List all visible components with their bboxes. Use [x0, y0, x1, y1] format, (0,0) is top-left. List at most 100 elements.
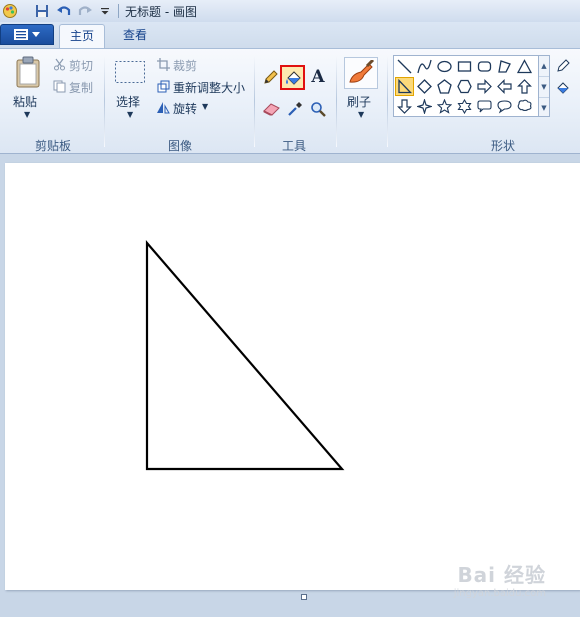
group-divider [254, 55, 255, 147]
polygon-shape[interactable] [495, 57, 514, 76]
outline-icon[interactable] [556, 59, 570, 73]
group-divider [336, 55, 337, 147]
color-picker-tool[interactable] [285, 99, 305, 119]
oval-callout-icon [497, 100, 512, 114]
triangle-icon [517, 59, 532, 74]
undo-icon[interactable] [55, 3, 71, 19]
resize-icon [156, 79, 170, 93]
paste-button[interactable] [14, 55, 42, 89]
cloud-callout-shape[interactable] [515, 97, 534, 116]
five-point-star-icon [437, 99, 452, 114]
pentagon-shape[interactable] [435, 77, 454, 96]
menu-icon [14, 29, 28, 40]
right-arrow-shape[interactable] [475, 77, 494, 96]
right-triangle-icon [398, 79, 412, 94]
down-arrow-shape[interactable] [395, 97, 414, 116]
window-title: 无标题 - 画图 [125, 5, 197, 19]
down-arrow-icon [397, 99, 412, 114]
eraser-tool[interactable] [261, 99, 281, 119]
text-tool[interactable]: A [308, 67, 328, 87]
magnifier-tool[interactable] [308, 99, 328, 119]
select-label[interactable]: 选择 [116, 93, 140, 110]
curve-shape[interactable] [415, 57, 434, 76]
diamond-shape[interactable] [415, 77, 434, 96]
paint-menu-button[interactable] [0, 24, 54, 45]
paste-dropdown-icon[interactable]: ▼ [24, 110, 30, 119]
diamond-icon [417, 79, 432, 94]
rectangle-shape[interactable] [455, 57, 474, 76]
shapes-scroll[interactable]: ▲ ▼ ▼ [539, 55, 550, 117]
tab-home[interactable]: 主页 [59, 24, 105, 49]
polygon-icon [498, 60, 511, 73]
copy-button[interactable]: 复制 [69, 79, 93, 96]
four-point-star-shape[interactable] [415, 97, 434, 116]
rounded-callout-icon [477, 100, 492, 113]
clipboard-icon [16, 56, 40, 88]
brush-icon [349, 60, 375, 83]
oval-icon [437, 60, 452, 73]
tools-group-label: 工具 [281, 139, 306, 153]
select-dropdown-icon[interactable]: ▼ [127, 110, 133, 119]
hexagon-icon [457, 79, 472, 94]
brushes-button[interactable] [344, 57, 378, 89]
copy-icon [52, 79, 66, 93]
up-arrow-shape[interactable] [515, 77, 534, 96]
text-a-icon: A [311, 67, 325, 87]
cut-button[interactable]: 剪切 [69, 57, 93, 74]
resize-button[interactable]: 重新调整大小 [173, 79, 245, 96]
fill-with-color-tool[interactable] [280, 65, 305, 90]
drawing-canvas[interactable] [5, 163, 580, 590]
selection-rectangle-icon [115, 61, 145, 83]
crop-button[interactable]: 裁剪 [173, 57, 197, 74]
tab-view[interactable]: 查看 [112, 24, 158, 48]
cloud-callout-icon [517, 99, 532, 112]
select-button[interactable] [114, 59, 146, 85]
clipboard-group-label: 剪贴板 [34, 139, 71, 153]
rotate-dropdown-icon[interactable]: ▼ [202, 102, 208, 111]
up-arrow-icon [517, 79, 532, 94]
ribbon: 粘贴 ▼ 剪切 复制 剪贴板 选择 ▼ 裁剪 重新调整大小 旋转 ▼ 图像 A [0, 48, 580, 154]
line-icon [397, 59, 412, 74]
rounded-rectangle-shape[interactable] [475, 57, 494, 76]
scissors-icon [52, 57, 66, 71]
rounded-callout-shape[interactable] [475, 97, 494, 116]
pencil-tool[interactable] [261, 67, 281, 87]
chevron-down-icon [32, 31, 40, 37]
paste-label[interactable]: 粘贴 [13, 93, 37, 110]
six-point-star-shape[interactable] [455, 97, 474, 116]
four-point-star-icon [417, 99, 432, 114]
brushes-label[interactable]: 刷子 [347, 93, 371, 110]
scroll-down-icon[interactable]: ▼ [539, 77, 549, 98]
scroll-up-icon[interactable]: ▲ [539, 56, 549, 77]
line-shape[interactable] [395, 57, 414, 76]
oval-shape[interactable] [435, 57, 454, 76]
group-divider [104, 55, 105, 147]
curve-icon [417, 59, 432, 74]
customize-quick-access-icon[interactable] [97, 3, 113, 19]
image-group-label: 图像 [167, 139, 192, 153]
right-triangle-shape[interactable] [395, 77, 414, 96]
pentagon-icon [437, 79, 452, 94]
watermark-brand: Bai 经验 [457, 563, 546, 587]
drawn-right-triangle [145, 240, 345, 471]
redo-icon[interactable] [77, 3, 93, 19]
brushes-dropdown-icon[interactable]: ▼ [358, 110, 364, 119]
canvas-workspace: Bai 经验 jingyan.baidu.com [0, 154, 580, 617]
paint-app-icon[interactable] [2, 3, 18, 19]
hexagon-shape[interactable] [455, 77, 474, 96]
save-icon[interactable] [34, 3, 50, 19]
eraser-icon [262, 103, 280, 116]
gallery-expand-icon[interactable]: ▼ [539, 98, 549, 118]
canvas-resize-handle[interactable] [301, 594, 307, 600]
rotate-button[interactable]: 旋转 [173, 100, 197, 117]
fill-icon[interactable] [556, 81, 570, 95]
left-arrow-shape[interactable] [495, 77, 514, 96]
five-point-star-shape[interactable] [435, 97, 454, 116]
oval-callout-shape[interactable] [495, 97, 514, 116]
right-arrow-icon [477, 79, 492, 94]
crop-icon [156, 57, 170, 71]
watermark: Bai 经验 jingyan.baidu.com [454, 559, 546, 599]
magnifier-icon [311, 102, 326, 117]
triangle-shape[interactable] [515, 57, 534, 76]
rectangle-icon [457, 61, 472, 72]
